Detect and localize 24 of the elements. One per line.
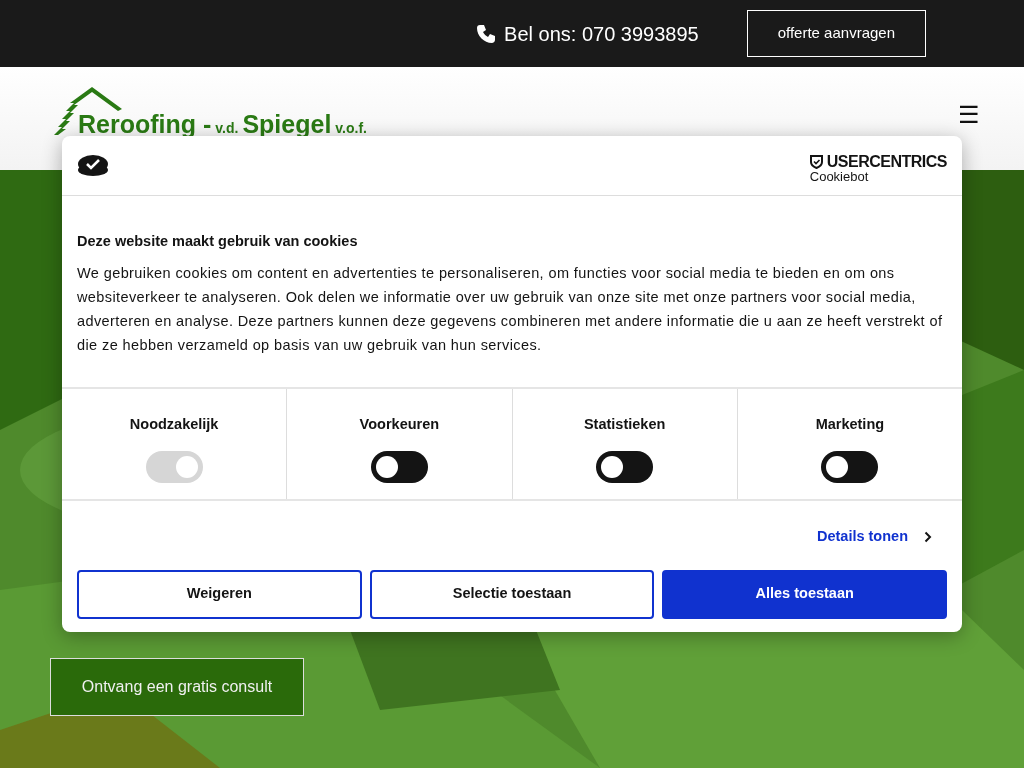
dialog-title: Deze website maakt gebruik van cookies bbox=[77, 232, 359, 251]
toggle-switch[interactable] bbox=[821, 450, 879, 483]
brand-name: USERCENTRICS bbox=[826, 154, 947, 170]
category-label: Voorkeuren bbox=[359, 414, 440, 434]
cookie-button[interactable]: Selectie toestaan bbox=[369, 569, 655, 619]
toggle-switch[interactable] bbox=[596, 450, 654, 483]
category-label: Marketing bbox=[815, 414, 885, 434]
phone-icon bbox=[476, 23, 497, 44]
logo-text: Reroofing - v.d. Spiegel v.o.f. bbox=[78, 112, 367, 137]
menu-button[interactable]: ☰ bbox=[958, 103, 980, 127]
category-label: Noodzakelijk bbox=[129, 414, 219, 434]
brand-product: Cookiebot bbox=[809, 170, 870, 183]
details-link[interactable]: Details tonen bbox=[816, 525, 908, 548]
cookie-button[interactable]: Alles toestaan bbox=[662, 569, 947, 619]
category-label: Statistieken bbox=[583, 414, 666, 434]
consult-button[interactable]: Ontvang een gratis consult bbox=[50, 658, 304, 716]
cookiebot-icon bbox=[77, 153, 109, 178]
cookie-button[interactable]: Weigeren bbox=[77, 569, 362, 619]
shield-icon bbox=[809, 155, 823, 169]
quote-button[interactable]: offerte aanvragen bbox=[746, 10, 926, 57]
dialog-text: We gebruiken cookies om content en advertenties te personaliseren, om functies voor social media te bieden en om ons websiteverkeer te analyseren. Ook delen we informatie over uw gebruik van onze site met onze partners voor social media, adverteren en analyse. Deze partners kunnen deze gegevens combineren met andere informatie die u aan ze heeft verstrekt of die ze hebben verzameld op basis van uw gebruik van hun services. bbox=[77, 263, 944, 355]
toggle-switch[interactable] bbox=[370, 450, 428, 483]
chevron-right-icon[interactable] bbox=[924, 530, 932, 543]
phone-link[interactable]: Bel ons: 070 3993895 bbox=[504, 18, 699, 49]
